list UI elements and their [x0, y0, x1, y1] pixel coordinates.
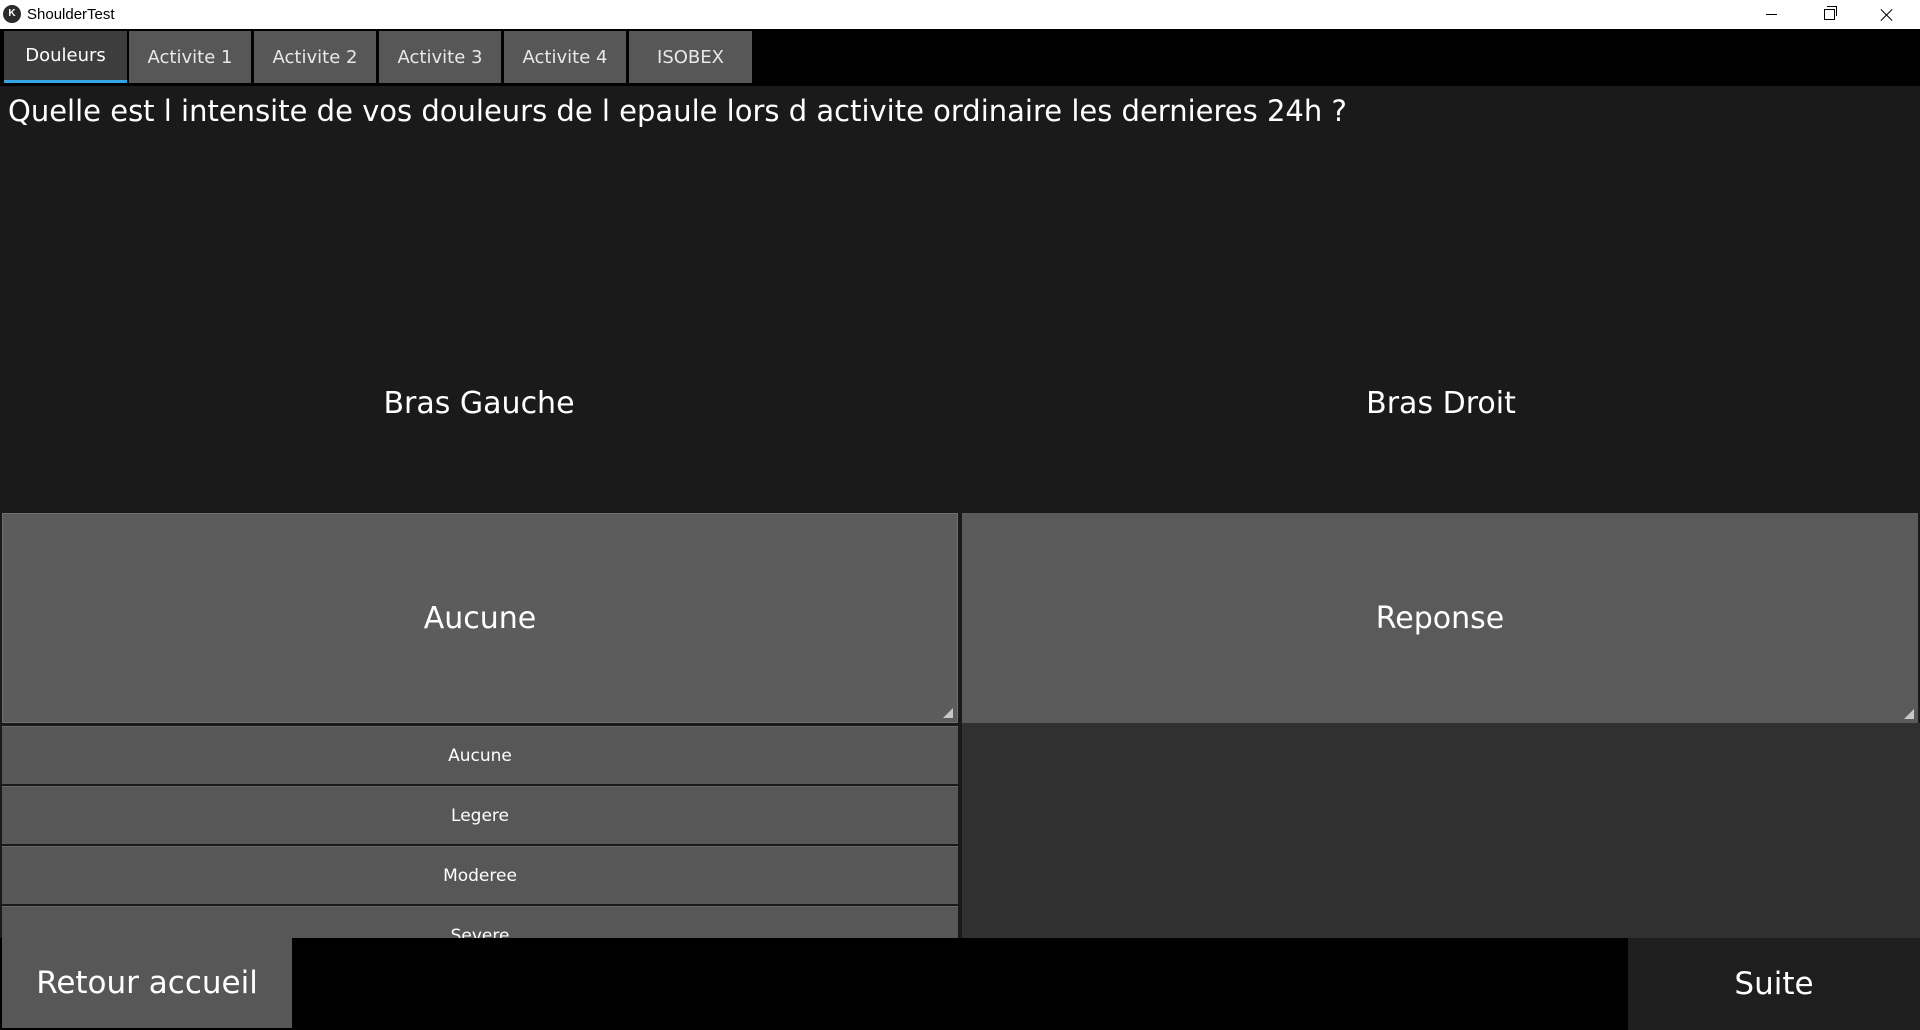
close-icon [1880, 8, 1894, 22]
option-legere[interactable]: Legere [2, 786, 958, 844]
window-titlebar: K ShoulderTest [0, 0, 1920, 29]
app-icon: K [3, 5, 21, 23]
tab-activite-4[interactable]: Activite 4 [504, 31, 626, 83]
right-arm-label: Bras Droit [1366, 386, 1516, 421]
tab-activite-1[interactable]: Activite 1 [129, 31, 251, 83]
window-title: ShoulderTest [27, 6, 115, 23]
tab-isobex[interactable]: ISOBEX [629, 31, 752, 83]
tab-activite-2[interactable]: Activite 2 [254, 31, 376, 83]
main-panel: Quelle est l intensite de vos douleurs d… [0, 86, 1920, 964]
back-home-button[interactable]: Retour accueil [2, 938, 292, 1028]
option-aucune[interactable]: Aucune [2, 726, 958, 784]
next-button[interactable]: Suite [1628, 938, 1920, 1030]
option-moderee[interactable]: Moderee [2, 846, 958, 904]
dropdown-corner-icon [943, 708, 953, 718]
tab-bar: Douleurs Activite 1 Activite 2 Activite … [0, 29, 1920, 86]
maximize-button[interactable] [1800, 0, 1858, 29]
minimize-icon [1765, 14, 1777, 15]
restore-icon [1823, 6, 1837, 20]
minimize-button[interactable] [1742, 0, 1800, 29]
right-empty-area [962, 723, 1920, 938]
tab-activite-3[interactable]: Activite 3 [379, 31, 501, 83]
right-arm-spinner[interactable]: Reponse [962, 513, 1918, 723]
left-arm-label: Bras Gauche [383, 386, 575, 421]
close-button[interactable] [1858, 0, 1916, 29]
dropdown-corner-icon [1904, 709, 1914, 719]
question-text: Quelle est l intensite de vos douleurs d… [8, 94, 1347, 128]
tab-douleurs[interactable]: Douleurs [4, 31, 127, 83]
left-arm-options-list: Aucune Legere Moderee Severe [2, 726, 958, 966]
right-arm-spinner-value: Reponse [1375, 600, 1505, 636]
left-arm-spinner[interactable]: Aucune [2, 513, 958, 723]
left-arm-spinner-value: Aucune [423, 600, 537, 636]
